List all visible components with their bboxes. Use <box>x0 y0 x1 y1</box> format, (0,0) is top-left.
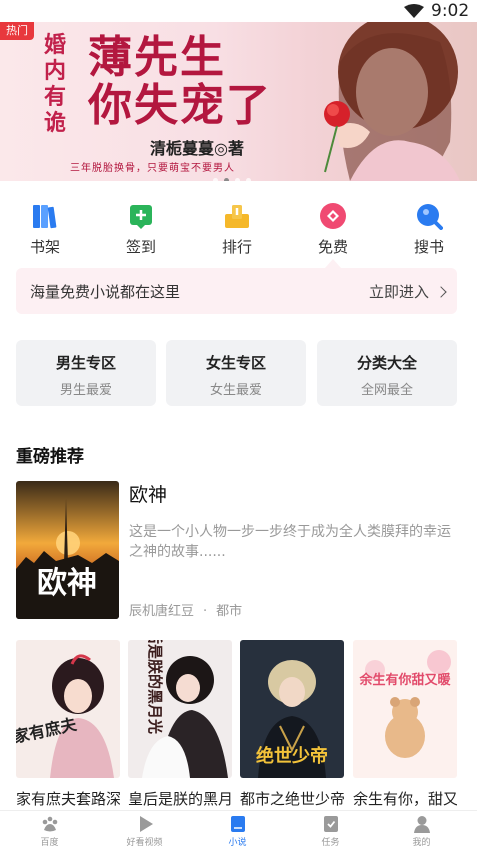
zone-subtitle: 女生最爱 <box>209 383 262 398</box>
tab-label: 任务 <box>321 838 340 848</box>
promo-enter-link[interactable]: 立即进入 <box>368 281 447 302</box>
banner-title-line1: 薄先生 <box>88 32 226 83</box>
zone-subtitle: 全网最全 <box>360 383 413 398</box>
nav-label: 免费 <box>317 238 348 256</box>
book-cover: 绝世少帝 <box>240 640 344 778</box>
featured-book-description: 这是一个小人物一步一步终于成为全人类膜拜的幸运之神的故事...... <box>129 524 451 560</box>
play-icon <box>139 816 153 832</box>
meta-separator: · <box>203 604 208 619</box>
book-cover-text: 绝世少帝 <box>256 745 328 767</box>
bookshelf-icon <box>33 205 57 229</box>
zone-title: 分类大全 <box>356 354 417 372</box>
featured-category: 都市 <box>216 604 243 619</box>
promo-text: 海量免费小说都在这里 <box>30 283 181 301</box>
book-card[interactable]: 绝世少帝 都市之绝世少帝 <box>240 640 344 809</box>
book-icon <box>230 816 245 832</box>
nav-item-checkin[interactable]: 签到 <box>101 196 181 260</box>
tab-tasks[interactable]: 任务 <box>283 814 378 848</box>
status-time: 9:02 <box>431 1 470 21</box>
banner-side-char: 内 <box>44 58 67 84</box>
hot-tag: 热门 <box>0 22 34 40</box>
book-title: 家有庶夫套路深 <box>16 790 120 808</box>
nav-item-search[interactable]: 搜书 <box>389 196 469 260</box>
pagination-dot <box>235 178 240 181</box>
promo-banner[interactable]: 热门 婚 内 有 诡 薄先生 你失宠了 清栀蔓蔓◎著 三年脱胎换骨，只要萌宝不要… <box>0 22 477 181</box>
pagination-dot <box>213 178 218 181</box>
tab-haokan-video[interactable]: 好看视频 <box>97 814 192 848</box>
featured-book-meta: 辰机唐红豆 · 都市 <box>129 600 242 619</box>
tab-novel[interactable]: 小说 <box>190 814 285 848</box>
banner-side-char: 婚 <box>44 32 67 58</box>
banner-slogan: 三年脱胎换骨，只要萌宝不要男人 <box>70 163 235 174</box>
nav-label: 书架 <box>29 238 60 256</box>
banner-title: 薄先生 你失宠了 <box>88 34 272 130</box>
book-title: 皇后是朕的黑月光 <box>128 790 232 808</box>
book-card[interactable]: 家有庶夫 家有庶夫套路深 <box>16 640 120 809</box>
tab-label: 好看视频 <box>126 838 163 848</box>
zone-title: 男生专区 <box>55 354 116 372</box>
book-cover: 余生有你甜又暖 <box>353 640 457 778</box>
featured-author: 辰机唐红豆 <box>129 604 195 619</box>
book-title: 余生有你，甜又暖 <box>353 790 457 808</box>
nav-item-bookshelf[interactable]: 书架 <box>5 196 85 260</box>
zone-categories[interactable]: 分类大全 全网最全 <box>317 340 457 406</box>
book-cover-text: 余生有你甜又暖 <box>358 672 451 688</box>
book-card[interactable]: 皇后是朕的黑月光 皇后是朕的黑月光 <box>128 640 232 809</box>
free-promo-bar[interactable]: 海量免费小说都在这里 立即进入 <box>16 268 457 314</box>
banner-author: 清栀蔓蔓◎著 <box>150 139 244 158</box>
section-title: 重磅推荐 <box>16 447 84 467</box>
zone-title: 女生专区 <box>205 354 266 372</box>
banner-pagination <box>213 168 257 181</box>
banner-side-text: 婚 内 有 诡 <box>44 32 82 136</box>
tab-label: 百度 <box>40 838 59 848</box>
user-icon <box>413 816 430 833</box>
paw-icon <box>42 816 57 832</box>
featured-book-cover[interactable]: 欧神 <box>16 481 119 619</box>
book-cover: 家有庶夫 <box>16 640 120 778</box>
book-card[interactable]: 余生有你甜又暖 余生有你，甜又暖 <box>353 640 457 809</box>
ranking-icon <box>225 205 249 228</box>
tab-baidu[interactable]: 百度 <box>2 814 97 848</box>
chevron-right-icon <box>435 286 447 298</box>
nav-label: 签到 <box>125 238 156 256</box>
tab-label: 小说 <box>228 838 247 848</box>
status-bar: 9:02 <box>0 0 477 24</box>
nav-item-free[interactable]: 免费 <box>293 196 373 260</box>
nav-label: 搜书 <box>413 238 444 256</box>
book-cover: 皇后是朕的黑月光 <box>128 640 232 778</box>
zone-male[interactable]: 男生专区 男生最爱 <box>16 340 156 406</box>
banner-illustration <box>324 22 460 181</box>
pagination-dot-active <box>224 178 229 181</box>
tab-mine[interactable]: 我的 <box>374 814 469 848</box>
nav-pointer <box>325 259 341 268</box>
free-icon <box>320 203 346 229</box>
wifi-icon <box>404 4 424 18</box>
promo-link-label: 立即进入 <box>368 283 429 301</box>
zone-subtitle: 男生最爱 <box>59 383 112 398</box>
task-icon <box>323 816 338 832</box>
tab-label: 我的 <box>412 838 431 848</box>
featured-cover-title: 欧神 <box>37 566 97 601</box>
nav-item-ranking[interactable]: 排行 <box>197 196 277 260</box>
pagination-dot <box>246 178 251 181</box>
book-cover-text: 皇后是朕的黑月光 <box>146 640 164 734</box>
book-title: 都市之绝世少帝 <box>240 790 344 808</box>
banner-title-line2: 你失宠了 <box>88 80 272 131</box>
nav-label: 排行 <box>221 238 252 256</box>
bottom-tab-bar: 百度 好看视频 小说 任务 我的 <box>0 810 477 848</box>
zone-female[interactable]: 女生专区 女生最爱 <box>166 340 306 406</box>
featured-book-title[interactable]: 欧神 <box>129 480 167 507</box>
checkin-icon <box>130 205 152 229</box>
banner-side-char: 诡 <box>44 110 67 136</box>
banner-side-char: 有 <box>44 84 67 110</box>
nav-grid: 书架 签到 排行 免费 搜书 <box>0 196 477 260</box>
search-book-icon <box>417 204 443 230</box>
